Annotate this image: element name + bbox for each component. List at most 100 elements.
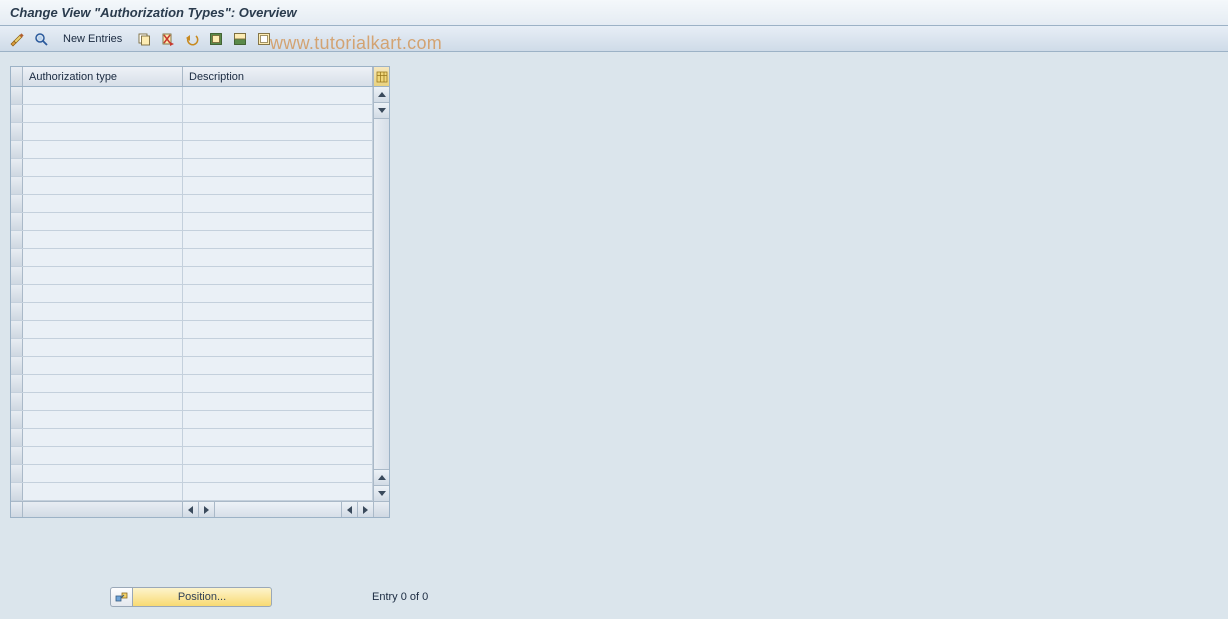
cell-authorization-type[interactable] bbox=[23, 105, 183, 122]
cell-description[interactable] bbox=[183, 429, 373, 446]
cell-authorization-type[interactable] bbox=[23, 267, 183, 284]
cell-description[interactable] bbox=[183, 267, 373, 284]
position-icon-button[interactable] bbox=[110, 587, 132, 607]
row-selector[interactable] bbox=[11, 429, 23, 446]
scroll-down-button[interactable] bbox=[374, 485, 389, 501]
deselect-all-button[interactable] bbox=[253, 29, 275, 49]
cell-authorization-type[interactable] bbox=[23, 87, 183, 104]
cell-description[interactable] bbox=[183, 339, 373, 356]
details-button[interactable] bbox=[30, 29, 52, 49]
cell-authorization-type[interactable] bbox=[23, 123, 183, 140]
row-selector[interactable] bbox=[11, 177, 23, 194]
column-header-authorization-type[interactable]: Authorization type bbox=[23, 67, 183, 86]
row-selector[interactable] bbox=[11, 123, 23, 140]
row-selector[interactable] bbox=[11, 411, 23, 428]
row-selector[interactable] bbox=[11, 195, 23, 212]
select-all-header[interactable] bbox=[11, 67, 23, 86]
scroll-up-button[interactable] bbox=[374, 87, 389, 103]
cell-description[interactable] bbox=[183, 483, 373, 500]
copy-as-button[interactable] bbox=[133, 29, 155, 49]
cell-description[interactable] bbox=[183, 357, 373, 374]
new-entries-button[interactable]: New Entries bbox=[54, 29, 131, 49]
cell-authorization-type[interactable] bbox=[23, 159, 183, 176]
row-selector[interactable] bbox=[11, 339, 23, 356]
cell-authorization-type[interactable] bbox=[23, 393, 183, 410]
cell-description[interactable] bbox=[183, 87, 373, 104]
position-button[interactable]: Position... bbox=[132, 587, 272, 607]
cell-authorization-type[interactable] bbox=[23, 213, 183, 230]
row-selector[interactable] bbox=[11, 159, 23, 176]
row-selector[interactable] bbox=[11, 231, 23, 248]
delete-button[interactable] bbox=[157, 29, 179, 49]
cell-description[interactable] bbox=[183, 321, 373, 338]
vertical-scrollbar[interactable] bbox=[373, 87, 389, 501]
row-selector[interactable] bbox=[11, 465, 23, 482]
cell-authorization-type[interactable] bbox=[23, 411, 183, 428]
cell-description[interactable] bbox=[183, 177, 373, 194]
row-selector[interactable] bbox=[11, 483, 23, 500]
cell-description[interactable] bbox=[183, 375, 373, 392]
cell-description[interactable] bbox=[183, 105, 373, 122]
pencil-glasses-icon bbox=[9, 31, 25, 47]
cell-authorization-type[interactable] bbox=[23, 447, 183, 464]
select-block-button[interactable] bbox=[229, 29, 251, 49]
scroll-up-step-button[interactable] bbox=[374, 103, 389, 119]
cell-authorization-type[interactable] bbox=[23, 195, 183, 212]
cell-authorization-type[interactable] bbox=[23, 231, 183, 248]
hscroll-track[interactable] bbox=[215, 502, 341, 517]
cell-authorization-type[interactable] bbox=[23, 303, 183, 320]
cell-authorization-type[interactable] bbox=[23, 429, 183, 446]
cell-description[interactable] bbox=[183, 141, 373, 158]
cell-description[interactable] bbox=[183, 123, 373, 140]
hscroll-right-button[interactable] bbox=[357, 502, 373, 517]
cell-description[interactable] bbox=[183, 195, 373, 212]
triangle-right-icon bbox=[363, 506, 368, 514]
cell-description[interactable] bbox=[183, 303, 373, 320]
cell-authorization-type[interactable] bbox=[23, 357, 183, 374]
table-row bbox=[11, 339, 373, 357]
row-selector[interactable] bbox=[11, 267, 23, 284]
cell-authorization-type[interactable] bbox=[23, 465, 183, 482]
triangle-left-icon bbox=[188, 506, 193, 514]
row-selector[interactable] bbox=[11, 249, 23, 266]
cell-description[interactable] bbox=[183, 231, 373, 248]
row-selector[interactable] bbox=[11, 321, 23, 338]
cell-description[interactable] bbox=[183, 159, 373, 176]
cell-description[interactable] bbox=[183, 411, 373, 428]
cell-description[interactable] bbox=[183, 249, 373, 266]
cell-description[interactable] bbox=[183, 447, 373, 464]
hscroll-left-inner-button[interactable] bbox=[183, 502, 199, 517]
cell-description[interactable] bbox=[183, 285, 373, 302]
row-selector[interactable] bbox=[11, 357, 23, 374]
cell-authorization-type[interactable] bbox=[23, 285, 183, 302]
cell-authorization-type[interactable] bbox=[23, 483, 183, 500]
configure-columns-button[interactable] bbox=[373, 67, 389, 86]
undo-button[interactable] bbox=[181, 29, 203, 49]
row-selector[interactable] bbox=[11, 447, 23, 464]
row-selector[interactable] bbox=[11, 285, 23, 302]
scroll-down-step-button[interactable] bbox=[374, 469, 389, 485]
column-header-description[interactable]: Description bbox=[183, 67, 373, 86]
toggle-display-change-button[interactable] bbox=[6, 29, 28, 49]
cell-authorization-type[interactable] bbox=[23, 339, 183, 356]
row-selector[interactable] bbox=[11, 375, 23, 392]
row-selector[interactable] bbox=[11, 141, 23, 158]
cell-authorization-type[interactable] bbox=[23, 249, 183, 266]
row-selector[interactable] bbox=[11, 213, 23, 230]
cell-authorization-type[interactable] bbox=[23, 321, 183, 338]
cell-authorization-type[interactable] bbox=[23, 375, 183, 392]
cell-description[interactable] bbox=[183, 393, 373, 410]
select-all-button[interactable] bbox=[205, 29, 227, 49]
cell-description[interactable] bbox=[183, 465, 373, 482]
table-row bbox=[11, 285, 373, 303]
table-row bbox=[11, 321, 373, 339]
cell-description[interactable] bbox=[183, 213, 373, 230]
row-selector[interactable] bbox=[11, 393, 23, 410]
cell-authorization-type[interactable] bbox=[23, 177, 183, 194]
row-selector[interactable] bbox=[11, 105, 23, 122]
hscroll-left-button[interactable] bbox=[341, 502, 357, 517]
hscroll-right-inner-button[interactable] bbox=[199, 502, 215, 517]
row-selector[interactable] bbox=[11, 87, 23, 104]
row-selector[interactable] bbox=[11, 303, 23, 320]
cell-authorization-type[interactable] bbox=[23, 141, 183, 158]
